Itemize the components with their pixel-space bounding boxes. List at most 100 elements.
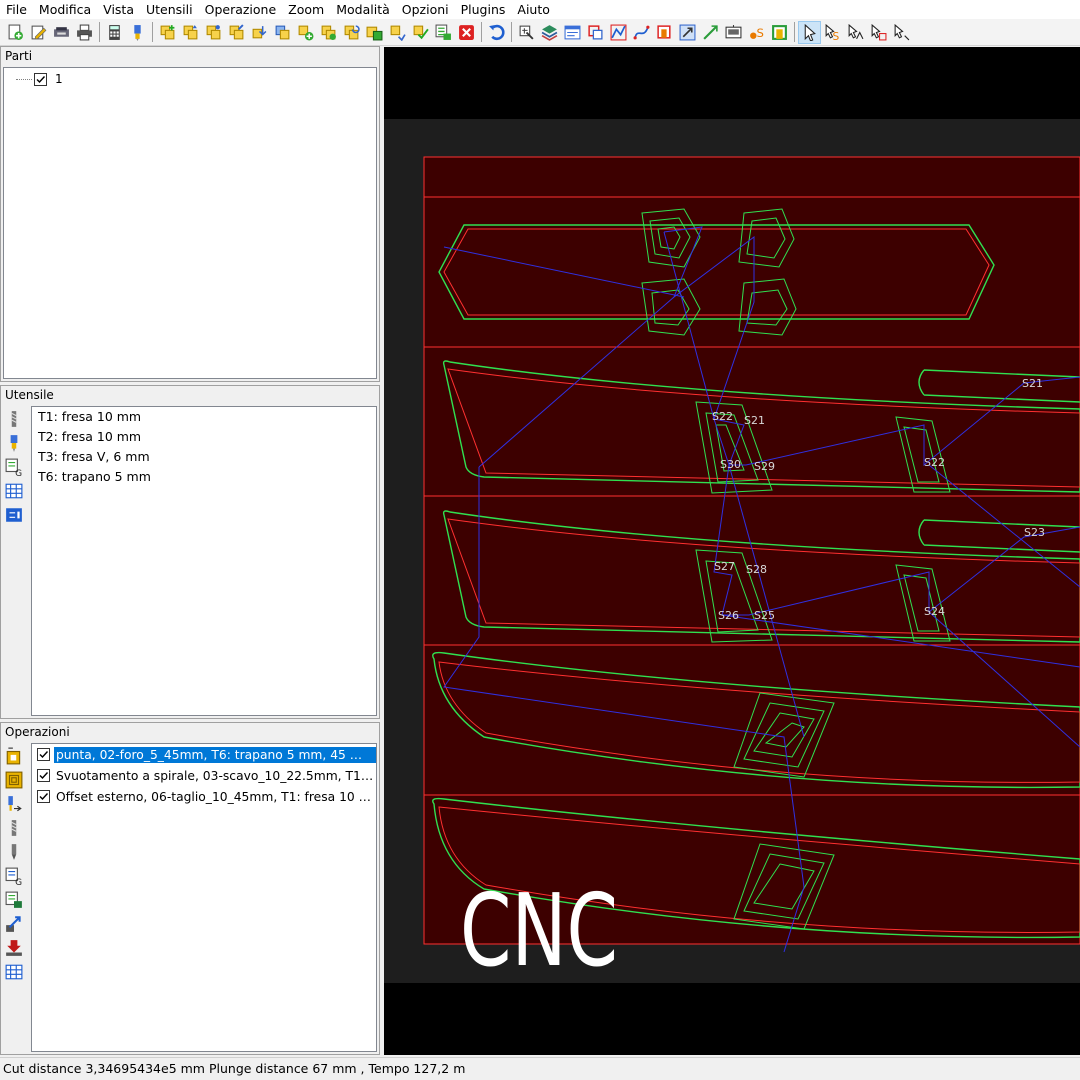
parts-panel-title: Parti: [1, 47, 379, 65]
shapes-flip-icon[interactable]: [386, 21, 409, 44]
select-shape-icon[interactable]: [867, 21, 890, 44]
toolbar-separator: [511, 22, 512, 42]
tools-panel-title: Utensile: [1, 386, 379, 404]
select-start-icon[interactable]: S: [821, 21, 844, 44]
window-icon[interactable]: [561, 21, 584, 44]
tool-info-icon[interactable]: [3, 504, 25, 526]
parts-tree: 1: [3, 67, 377, 379]
shapes-merge-icon[interactable]: [317, 21, 340, 44]
tool-item[interactable]: T3: fresa V, 6 mm: [32, 447, 376, 467]
operation-item-offset[interactable]: Offset esterno, 06-taglio_10_45mm, T1: f…: [32, 786, 376, 807]
menu-modifica[interactable]: Modifica: [33, 0, 97, 19]
gcode-export-icon[interactable]: G: [3, 865, 25, 887]
layers-icon[interactable]: [538, 21, 561, 44]
offset-tool-icon[interactable]: [653, 21, 676, 44]
operations-table-icon[interactable]: [3, 961, 25, 983]
toolbar-separator: [481, 22, 482, 42]
end-mill-icon[interactable]: [3, 408, 25, 430]
point-label: S24: [924, 605, 945, 618]
tool-item[interactable]: T2: fresa 10 mm: [32, 427, 376, 447]
point-label: S21: [1022, 377, 1043, 390]
parts-panel: Parti 1: [0, 46, 380, 382]
select-move-icon[interactable]: [890, 21, 913, 44]
shapes-check-icon[interactable]: [409, 21, 432, 44]
machine-view-icon[interactable]: [722, 21, 745, 44]
machine-icon[interactable]: [50, 21, 73, 44]
add-shapes-icon[interactable]: [156, 21, 179, 44]
tool-table-icon[interactable]: [3, 480, 25, 502]
edit-document-icon[interactable]: [27, 21, 50, 44]
menu-operazione[interactable]: Operazione: [199, 0, 283, 19]
layers-select-icon[interactable]: [515, 21, 538, 44]
shapes-copy-icon[interactable]: [271, 21, 294, 44]
shapes-link-icon[interactable]: [202, 21, 225, 44]
part-tree-item[interactable]: 1: [16, 72, 63, 86]
gcode-tool-icon[interactable]: G: [3, 456, 25, 478]
point-label: S25: [754, 609, 775, 622]
point-label: S22: [924, 456, 945, 469]
operation-item-pocket[interactable]: Svuotamento a spirale, 03-scavo_10_22.5m…: [32, 765, 376, 786]
menu-file[interactable]: File: [0, 0, 33, 19]
shapes-list-icon[interactable]: [432, 21, 455, 44]
operation-checkbox[interactable]: [37, 748, 50, 761]
menu-modalita[interactable]: Modalità: [330, 0, 396, 19]
print-icon[interactable]: [73, 21, 96, 44]
calculator-icon[interactable]: [103, 21, 126, 44]
menu-opzioni[interactable]: Opzioni: [396, 0, 455, 19]
operations-list: punta, 02-foro_5_45mm, T6: trapano 5 mm,…: [31, 743, 377, 1052]
point-label: S26: [718, 609, 739, 622]
tool-item[interactable]: T1: fresa 10 mm: [32, 407, 376, 427]
tool-holder-icon[interactable]: [3, 432, 25, 454]
toolbar-separator: [99, 22, 100, 42]
new-operation-icon[interactable]: [3, 745, 25, 767]
menu-zoom[interactable]: Zoom: [282, 0, 330, 19]
point-label: S23: [1024, 526, 1045, 539]
move-down-icon[interactable]: [3, 937, 25, 959]
rectangle-tool-icon[interactable]: [584, 21, 607, 44]
curve-tool-icon[interactable]: [630, 21, 653, 44]
menu-utensili[interactable]: Utensili: [140, 0, 199, 19]
start-point-icon[interactable]: S: [745, 21, 768, 44]
toolbar-separator: [152, 22, 153, 42]
v-bit-operation-icon[interactable]: [3, 841, 25, 863]
order-tool-icon[interactable]: [768, 21, 791, 44]
line-tool-icon[interactable]: [699, 21, 722, 44]
menu-plugins[interactable]: Plugins: [455, 0, 512, 19]
end-mill-operation-icon[interactable]: [3, 817, 25, 839]
operation-item-drill[interactable]: punta, 02-foro_5_45mm, T6: trapano 5 mm,…: [32, 744, 376, 765]
point-label: S30: [720, 458, 741, 471]
menu-vista[interactable]: Vista: [97, 0, 140, 19]
undo-icon[interactable]: [485, 21, 508, 44]
tool-settings-icon[interactable]: [126, 21, 149, 44]
part-checkbox[interactable]: [34, 72, 47, 86]
toolpath-drawing: S21 S22 S21 S30 S29 S22 S23 S27 S28 S26 …: [384, 119, 1080, 989]
shapes-add-icon[interactable]: [294, 21, 317, 44]
shapes-edit-icon[interactable]: [225, 21, 248, 44]
tools-list: T1: fresa 10 mm T2: fresa 10 mm T3: fres…: [31, 406, 377, 716]
shapes-rotate-icon[interactable]: [340, 21, 363, 44]
cam-canvas[interactable]: S21 S22 S21 S30 S29 S22 S23 S27 S28 S26 …: [384, 47, 1080, 1055]
menu-aiuto[interactable]: Aiuto: [511, 0, 556, 19]
shapes-offset-icon[interactable]: [363, 21, 386, 44]
status-bar: Cut distance 3,34695434e5 mm Plunge dist…: [0, 1057, 1080, 1080]
excel-export-icon[interactable]: [3, 889, 25, 911]
operations-panel-title: Operazioni: [1, 723, 379, 741]
polyline-tool-icon[interactable]: [607, 21, 630, 44]
move-tool-icon[interactable]: [676, 21, 699, 44]
pointer-select-icon[interactable]: [798, 20, 821, 44]
operation-checkbox[interactable]: [37, 790, 50, 803]
tool-item[interactable]: T6: trapano 5 mm: [32, 467, 376, 487]
pocket-operation-icon[interactable]: [3, 769, 25, 791]
shapes-move-icon[interactable]: [248, 21, 271, 44]
operation-checkbox[interactable]: [37, 769, 50, 782]
menu-bar: File Modifica Vista Utensili Operazione …: [0, 0, 1080, 19]
operations-side-toolbar: G: [3, 743, 31, 1052]
simulate-icon[interactable]: [3, 913, 25, 935]
select-path-icon[interactable]: [844, 21, 867, 44]
operation-label: punta, 02-foro_5_45mm, T6: trapano 5 mm,…: [54, 746, 376, 763]
toolbar-separator: [794, 22, 795, 42]
new-project-icon[interactable]: [4, 21, 27, 44]
shapes-group-icon[interactable]: [179, 21, 202, 44]
drill-operation-icon[interactable]: [3, 793, 25, 815]
delete-icon[interactable]: [455, 21, 478, 44]
